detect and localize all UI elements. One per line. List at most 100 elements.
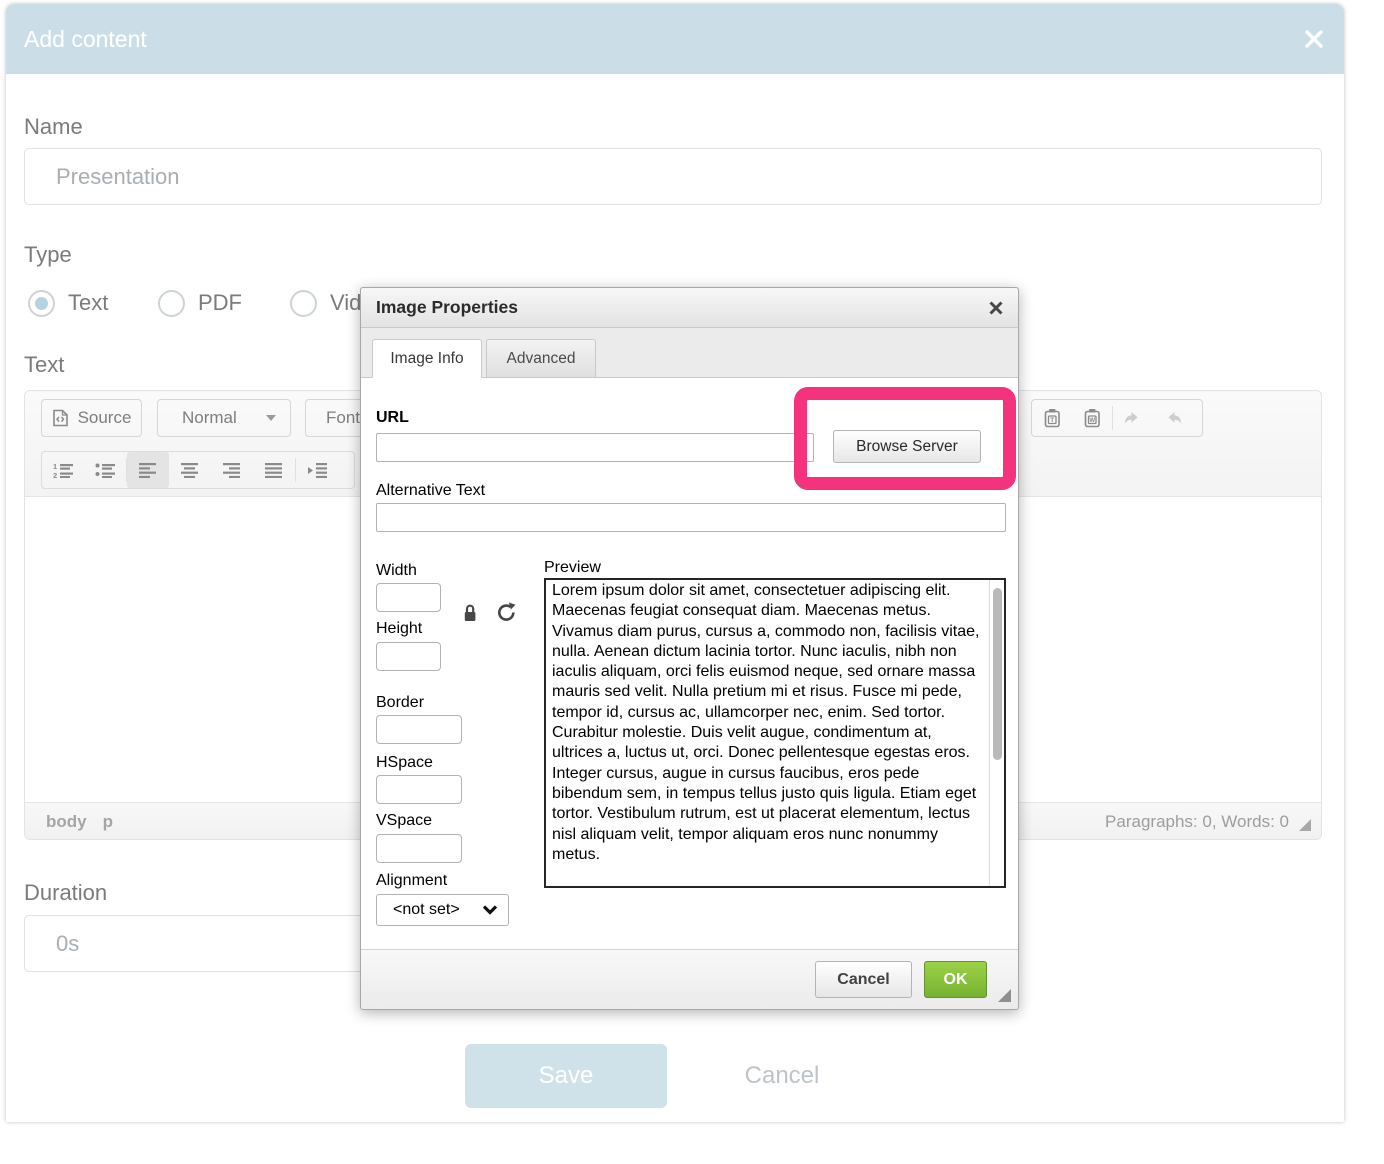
redo-icon <box>1163 411 1183 426</box>
border-input[interactable] <box>376 715 462 744</box>
word-count: Paragraphs: 0, Words: 0 <box>1105 803 1289 840</box>
paragraph-format-dropdown[interactable]: Normal <box>157 399 291 437</box>
height-label: Height <box>376 620 422 638</box>
border-label: Border <box>376 694 424 712</box>
dialog-title: Add content <box>6 26 147 53</box>
radio-option-video[interactable]: Vid <box>290 288 361 318</box>
align-center-button[interactable] <box>169 452 211 488</box>
source-button[interactable]: Source <box>41 399 142 437</box>
refresh-icon <box>496 602 517 623</box>
bullet-list-button[interactable] <box>84 452 126 488</box>
svg-text:2: 2 <box>53 471 57 478</box>
redo-button[interactable] <box>1153 400 1193 436</box>
align-right-icon <box>223 463 241 478</box>
alignment-value: <not set> <box>377 901 482 919</box>
align-left-button[interactable] <box>127 452 169 488</box>
preview-label: Preview <box>544 559 601 577</box>
alignment-select[interactable]: <not set> <box>376 894 509 926</box>
alternative-text-input[interactable] <box>376 503 1006 532</box>
element-path-body[interactable]: body <box>46 812 87 832</box>
close-button[interactable] <box>1304 29 1324 49</box>
align-left-icon <box>139 463 157 478</box>
element-path-p[interactable]: p <box>103 812 113 832</box>
image-properties-cancel-button[interactable]: Cancel <box>815 961 912 998</box>
tab-advanced[interactable]: Advanced <box>486 339 596 378</box>
width-input[interactable] <box>376 583 441 612</box>
image-properties-dialog: Image Properties Image Info Advanced URL… <box>360 287 1019 1010</box>
radio-button-text[interactable] <box>28 290 55 317</box>
chevron-down-icon <box>482 905 508 915</box>
radio-option-text[interactable]: Text <box>28 288 108 318</box>
source-button-label: Source <box>78 408 132 428</box>
radio-label-pdf: PDF <box>198 290 242 316</box>
image-properties-titlebar[interactable]: Image Properties <box>361 288 1018 328</box>
tab-image-info[interactable]: Image Info <box>372 339 482 378</box>
paste-from-word-button[interactable]: W <box>1072 400 1112 436</box>
image-info-panel: URL Browse Server Alternative Text Width <box>361 378 1018 949</box>
reset-size-button[interactable] <box>496 602 517 628</box>
paste-as-text-button[interactable]: T <box>1032 400 1072 436</box>
type-label: Type <box>24 242 72 268</box>
justify-icon <box>265 463 283 478</box>
preview-scrollbar-thumb[interactable] <box>993 588 1002 760</box>
paste-as-text-icon: T <box>1043 408 1062 428</box>
page: Add content Name Type Text PDF Vid Text <box>0 0 1384 1164</box>
close-icon <box>1304 29 1324 49</box>
paragraph-format-value: Normal <box>182 408 237 428</box>
svg-text:W: W <box>1089 418 1095 424</box>
preview-text: Lorem ipsum dolor sit amet, consectetuer… <box>546 580 989 886</box>
name-label: Name <box>24 114 83 140</box>
browse-server-button[interactable]: Browse Server <box>833 430 981 463</box>
url-input[interactable] <box>376 433 814 462</box>
svg-text:T: T <box>1050 417 1054 424</box>
image-properties-close-button[interactable] <box>988 300 1004 316</box>
image-properties-footer: Cancel OK <box>361 949 1018 1009</box>
vspace-input[interactable] <box>376 834 462 863</box>
preview-box: Lorem ipsum dolor sit amet, consectetuer… <box>544 578 1006 888</box>
indent-button[interactable] <box>296 452 338 488</box>
align-center-icon <box>181 463 199 478</box>
indent-icon <box>307 463 327 478</box>
duration-label: Duration <box>24 880 107 906</box>
radio-button-video[interactable] <box>290 290 317 317</box>
vspace-label: VSpace <box>376 812 432 830</box>
alignment-label: Alignment <box>376 872 447 890</box>
bullet-list-icon <box>95 462 116 478</box>
font-dropdown-label: Font <box>326 408 360 428</box>
align-right-button[interactable] <box>211 452 253 488</box>
preview-scrollbar[interactable] <box>989 580 1004 886</box>
dialog-resize-grip-icon[interactable] <box>998 989 1011 1002</box>
image-properties-ok-button[interactable]: OK <box>924 961 987 998</box>
close-icon <box>988 300 1004 316</box>
radio-selected-dot <box>35 297 48 310</box>
radio-button-pdf[interactable] <box>158 290 185 317</box>
undo-icon <box>1123 411 1143 426</box>
lock-ratio-button[interactable] <box>462 603 478 628</box>
paste-from-word-icon: W <box>1083 408 1102 428</box>
numbered-list-button[interactable]: 1 2 <box>42 452 84 488</box>
radio-label-video: Vid <box>330 290 361 316</box>
radio-label-text: Text <box>68 290 108 316</box>
text-label: Text <box>24 352 64 378</box>
undo-button[interactable] <box>1113 400 1153 436</box>
source-icon <box>52 409 69 427</box>
width-label: Width <box>376 562 417 580</box>
image-properties-title: Image Properties <box>361 297 518 318</box>
clipboard-button-group: T W <box>1031 399 1203 437</box>
editor-resize-grip-icon[interactable] <box>1299 819 1311 831</box>
image-properties-tabs: Image Info Advanced <box>361 328 1018 378</box>
url-label: URL <box>376 409 409 427</box>
numbered-list-icon: 1 2 <box>53 462 74 478</box>
justify-button[interactable] <box>253 452 295 488</box>
svg-text:1: 1 <box>53 462 57 471</box>
add-content-header: Add content <box>6 4 1344 74</box>
cancel-button[interactable]: Cancel <box>667 1044 897 1108</box>
lock-icon <box>462 603 478 623</box>
format-button-group: 1 2 <box>41 451 355 489</box>
save-button[interactable]: Save <box>465 1044 667 1108</box>
height-input[interactable] <box>376 642 441 671</box>
element-path: body p <box>46 803 113 840</box>
name-input[interactable] <box>24 148 1322 205</box>
hspace-input[interactable] <box>376 775 462 804</box>
radio-option-pdf[interactable]: PDF <box>158 288 242 318</box>
